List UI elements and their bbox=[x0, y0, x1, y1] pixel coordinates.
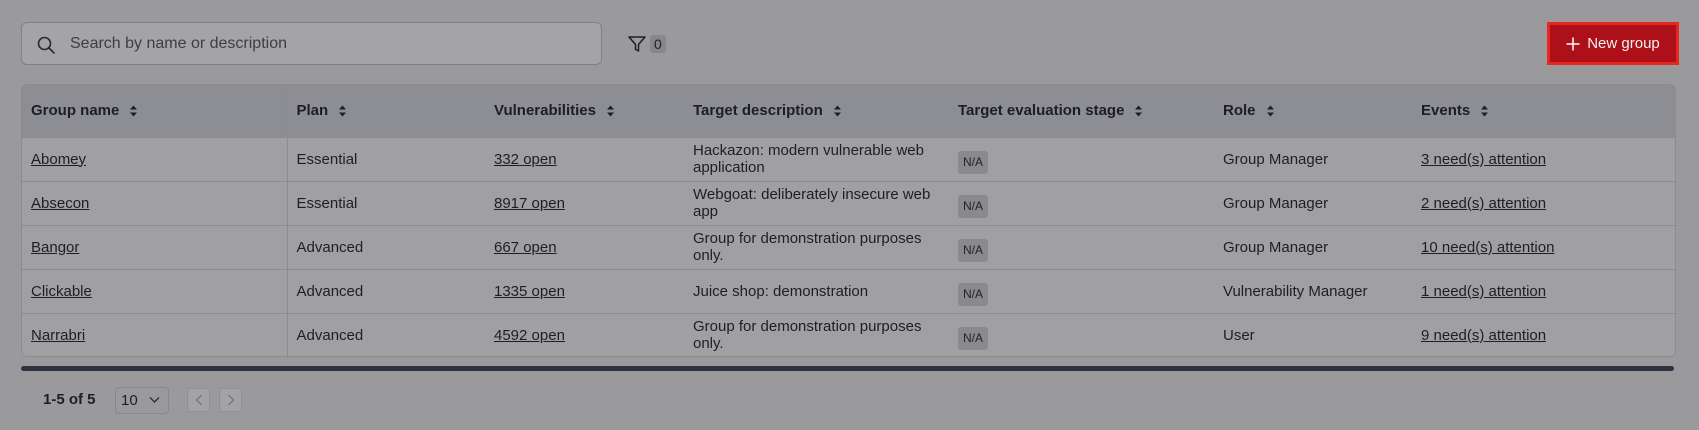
vulnerabilities-cell: 8917 open bbox=[485, 180, 684, 225]
column-header-target-description[interactable]: Target description bbox=[684, 85, 949, 137]
evaluation-stage-cell: N/A bbox=[949, 312, 1214, 356]
next-page-button[interactable] bbox=[219, 388, 242, 412]
vulnerabilities-link[interactable]: 4592 open bbox=[494, 327, 565, 344]
target-description-cell: Hackazon: modern vulnerable web applicat… bbox=[684, 136, 949, 181]
vulnerabilities-cell: 4592 open bbox=[485, 312, 684, 356]
table-row[interactable]: Bangor Advanced 667 open Group for demon… bbox=[22, 224, 1675, 269]
group-name-link[interactable]: Clickable bbox=[31, 283, 92, 300]
filter-button[interactable]: 0 bbox=[627, 33, 666, 55]
column-header-plan[interactable]: Plan bbox=[287, 85, 485, 137]
vulnerabilities-cell: 667 open bbox=[485, 224, 684, 269]
target-description-cell: Webgoat: deliberately insecure web app bbox=[684, 180, 949, 225]
table-row[interactable]: Narrabri Advanced 4592 open Group for de… bbox=[22, 312, 1675, 356]
stage-badge: N/A bbox=[958, 326, 989, 350]
events-link[interactable]: 2 need(s) attention bbox=[1421, 195, 1546, 212]
evaluation-stage-cell: N/A bbox=[949, 180, 1214, 225]
evaluation-stage-cell: N/A bbox=[949, 224, 1214, 269]
sort-icon bbox=[833, 105, 841, 117]
role-cell: Group Manager bbox=[1214, 136, 1412, 181]
group-name-link[interactable]: Absecon bbox=[31, 195, 89, 212]
page-size-value: 10 bbox=[121, 392, 138, 409]
column-header-vulnerabilities[interactable]: Vulnerabilities bbox=[485, 85, 684, 137]
group-name-cell: Narrabri bbox=[22, 312, 288, 356]
search-icon bbox=[37, 36, 55, 54]
chevron-right-icon bbox=[227, 394, 234, 406]
chevron-down-icon bbox=[149, 397, 160, 403]
filter-icon bbox=[628, 36, 646, 52]
vulnerabilities-link[interactable]: 1335 open bbox=[494, 283, 565, 300]
events-link[interactable]: 1 need(s) attention bbox=[1421, 283, 1546, 300]
column-header-role[interactable]: Role bbox=[1214, 85, 1412, 137]
page-size-select[interactable]: 10 bbox=[115, 387, 169, 414]
stage-badge: N/A bbox=[958, 238, 989, 262]
groups-table: Group name Plan Vulnerabilities Target d… bbox=[21, 84, 1676, 357]
events-cell: 1 need(s) attention bbox=[1412, 268, 1675, 313]
group-name-cell: Clickable bbox=[22, 268, 288, 313]
sort-icon bbox=[339, 105, 347, 117]
plan-cell: Advanced bbox=[287, 312, 485, 356]
plan-cell: Advanced bbox=[287, 268, 485, 313]
sort-icon bbox=[1481, 105, 1489, 117]
stage-badge: N/A bbox=[958, 150, 989, 174]
vulnerabilities-cell: 332 open bbox=[485, 136, 684, 181]
table-row[interactable]: Abomey Essential 332 open Hackazon: mode… bbox=[22, 136, 1675, 181]
group-name-cell: Bangor bbox=[22, 224, 288, 269]
target-description-cell: Group for demonstration purposes only. bbox=[684, 224, 949, 269]
new-group-label: New group bbox=[1587, 35, 1660, 52]
group-name-link[interactable]: Narrabri bbox=[31, 327, 85, 344]
plan-cell: Essential bbox=[287, 180, 485, 225]
table-row[interactable]: Clickable Advanced 1335 open Juice shop:… bbox=[22, 268, 1675, 313]
column-header-events[interactable]: Events bbox=[1412, 85, 1675, 137]
group-name-cell: Absecon bbox=[22, 180, 288, 225]
events-cell: 10 need(s) attention bbox=[1412, 224, 1675, 269]
previous-page-button[interactable] bbox=[187, 388, 210, 412]
sort-icon bbox=[1135, 105, 1143, 117]
events-link[interactable]: 9 need(s) attention bbox=[1421, 327, 1546, 344]
column-header-group-name[interactable]: Group name bbox=[22, 85, 288, 137]
vulnerabilities-link[interactable]: 667 open bbox=[494, 239, 557, 256]
events-cell: 2 need(s) attention bbox=[1412, 180, 1675, 225]
role-cell: Vulnerability Manager bbox=[1214, 268, 1412, 313]
vulnerabilities-link[interactable]: 332 open bbox=[494, 151, 557, 168]
role-cell: User bbox=[1214, 312, 1412, 356]
chevron-left-icon bbox=[195, 394, 202, 406]
sort-icon bbox=[130, 105, 138, 117]
plan-cell: Essential bbox=[287, 136, 485, 181]
evaluation-stage-cell: N/A bbox=[949, 268, 1214, 313]
role-cell: Group Manager bbox=[1214, 224, 1412, 269]
stage-badge: N/A bbox=[958, 282, 989, 306]
new-group-button[interactable]: New group bbox=[1547, 22, 1679, 65]
events-link[interactable]: 3 need(s) attention bbox=[1421, 151, 1546, 168]
plus-icon bbox=[1566, 37, 1580, 50]
search-box[interactable] bbox=[21, 22, 602, 65]
sort-icon bbox=[606, 105, 614, 117]
target-description-cell: Juice shop: demonstration bbox=[684, 268, 949, 313]
target-description-cell: Group for demonstration purposes only. bbox=[684, 312, 949, 356]
horizontal-scrollbar[interactable] bbox=[21, 366, 1674, 371]
vulnerabilities-link[interactable]: 8917 open bbox=[494, 195, 565, 212]
vulnerabilities-cell: 1335 open bbox=[485, 268, 684, 313]
stage-badge: N/A bbox=[958, 194, 989, 218]
table-row[interactable]: Absecon Essential 8917 open Webgoat: del… bbox=[22, 180, 1675, 225]
events-link[interactable]: 10 need(s) attention bbox=[1421, 239, 1554, 256]
events-cell: 3 need(s) attention bbox=[1412, 136, 1675, 181]
sort-icon bbox=[1266, 105, 1274, 117]
events-cell: 9 need(s) attention bbox=[1412, 312, 1675, 356]
group-name-cell: Abomey bbox=[22, 136, 288, 181]
plan-cell: Advanced bbox=[287, 224, 485, 269]
filter-count-badge: 0 bbox=[650, 35, 666, 53]
column-header-target-evaluation-stage[interactable]: Target evaluation stage bbox=[949, 85, 1214, 137]
evaluation-stage-cell: N/A bbox=[949, 136, 1214, 181]
group-name-link[interactable]: Bangor bbox=[31, 239, 79, 256]
search-input[interactable] bbox=[70, 23, 590, 64]
role-cell: Group Manager bbox=[1214, 180, 1412, 225]
group-name-link[interactable]: Abomey bbox=[31, 151, 86, 168]
pagination-range: 1-5 of 5 bbox=[43, 391, 96, 408]
table-header-row: Group name Plan Vulnerabilities Target d… bbox=[22, 85, 1675, 137]
